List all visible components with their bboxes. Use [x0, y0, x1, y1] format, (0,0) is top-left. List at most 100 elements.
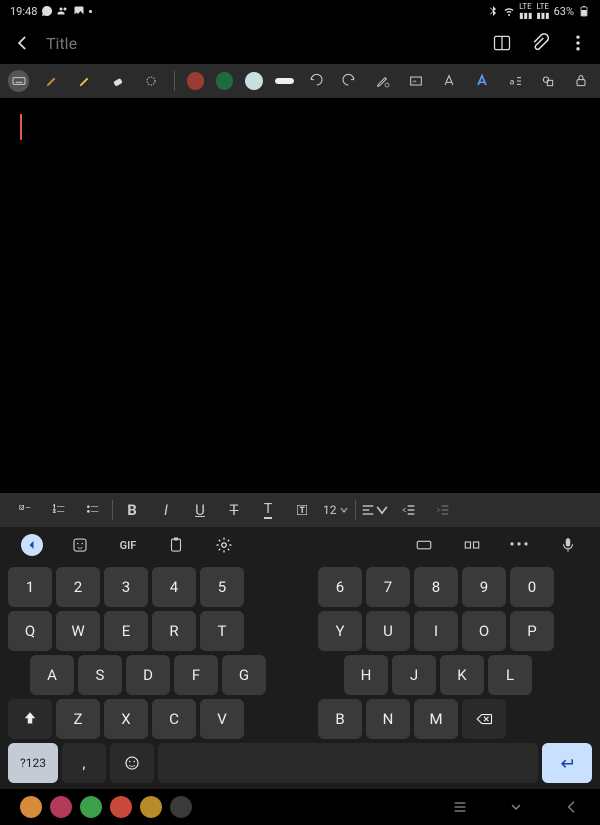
bullet-list-icon[interactable] — [76, 497, 110, 523]
key-space[interactable] — [158, 743, 538, 783]
key-n[interactable]: N — [366, 699, 410, 739]
kb-back-icon[interactable] — [8, 530, 56, 560]
text-options-icon[interactable]: a — [505, 70, 526, 92]
key-o[interactable]: O — [462, 611, 506, 651]
key-c[interactable]: C — [152, 699, 196, 739]
key-g[interactable]: G — [222, 655, 266, 695]
align-icon[interactable] — [358, 497, 392, 523]
indent-increase-icon[interactable] — [426, 497, 460, 523]
pen-tool[interactable] — [41, 70, 62, 92]
nav-back-icon[interactable] — [564, 799, 580, 815]
key-2[interactable]: 2 — [56, 567, 100, 607]
pen-settings-icon[interactable] — [372, 70, 393, 92]
key-t[interactable]: T — [200, 611, 244, 651]
key-s[interactable]: S — [78, 655, 122, 695]
selection-tool[interactable] — [141, 70, 162, 92]
gif-button[interactable]: GIF — [104, 530, 152, 560]
key-symbols[interactable]: ?123 — [8, 743, 58, 783]
italic-icon[interactable]: I — [149, 497, 183, 523]
key-3[interactable]: 3 — [104, 567, 148, 607]
key-p[interactable]: P — [510, 611, 554, 651]
reading-mode-icon[interactable] — [492, 33, 512, 53]
more-icon[interactable] — [568, 33, 588, 53]
key-m[interactable]: M — [414, 699, 458, 739]
easy-writing-icon[interactable] — [405, 70, 426, 92]
key-r[interactable]: R — [152, 611, 196, 651]
key-f[interactable]: F — [174, 655, 218, 695]
dock-app-6[interactable] — [170, 796, 192, 818]
key-b[interactable]: B — [318, 699, 362, 739]
text-style-icon[interactable] — [438, 70, 459, 92]
undo-icon[interactable] — [306, 70, 327, 92]
nav-hide-kb-icon[interactable] — [508, 799, 524, 815]
key-6[interactable]: 6 — [318, 567, 362, 607]
shapes-icon[interactable] — [538, 70, 559, 92]
key-q[interactable]: Q — [8, 611, 52, 651]
sticker-icon[interactable] — [56, 530, 104, 560]
key-1[interactable]: 1 — [8, 567, 52, 607]
nav-recent-icon[interactable] — [452, 799, 468, 815]
numbered-list-icon[interactable]: 12 — [42, 497, 76, 523]
key-4[interactable]: 4 — [152, 567, 196, 607]
checklist-icon[interactable] — [8, 497, 42, 523]
key-shift[interactable] — [8, 699, 52, 739]
key-v[interactable]: V — [200, 699, 244, 739]
mic-icon[interactable] — [544, 530, 592, 560]
dock-app-4[interactable] — [110, 796, 132, 818]
key-h[interactable]: H — [344, 655, 388, 695]
key-w[interactable]: W — [56, 611, 100, 651]
color-lightblue[interactable] — [245, 72, 262, 90]
key-a[interactable]: A — [30, 655, 74, 695]
underline-icon[interactable]: U — [183, 497, 217, 523]
dock-app-5[interactable] — [140, 796, 162, 818]
highlighter-tool[interactable] — [74, 70, 95, 92]
note-canvas[interactable] — [0, 98, 600, 493]
key-e[interactable]: E — [104, 611, 148, 651]
strikethrough-icon[interactable]: T — [217, 497, 251, 523]
color-red[interactable] — [187, 72, 204, 90]
note-title[interactable]: Title — [46, 34, 478, 53]
key-z[interactable]: Z — [56, 699, 100, 739]
key-u[interactable]: U — [366, 611, 410, 651]
text-bg-icon[interactable]: T — [285, 497, 319, 523]
key-j[interactable]: J — [392, 655, 436, 695]
key-9[interactable]: 9 — [462, 567, 506, 607]
text-color-icon[interactable]: T — [251, 497, 285, 523]
kb-mode-icon[interactable] — [400, 530, 448, 560]
key-8[interactable]: 8 — [414, 567, 458, 607]
key-backspace[interactable] — [462, 699, 506, 739]
dock-app-3[interactable] — [80, 796, 102, 818]
drawing-toolbar: a — [0, 64, 600, 98]
key-k[interactable]: K — [440, 655, 484, 695]
font-size[interactable]: 12 — [319, 503, 353, 517]
key-comma[interactable]: , — [62, 743, 106, 783]
key-enter[interactable] — [542, 743, 592, 783]
redo-icon[interactable] — [339, 70, 360, 92]
settings-icon[interactable] — [200, 530, 248, 560]
key-l[interactable]: L — [488, 655, 532, 695]
keyboard-tool[interactable] — [8, 70, 29, 92]
stroke-width[interactable] — [275, 78, 294, 84]
dock-app-1[interactable] — [20, 796, 42, 818]
status-dot — [89, 10, 92, 13]
indent-decrease-icon[interactable] — [392, 497, 426, 523]
key-5[interactable]: 5 — [200, 567, 244, 607]
eraser-tool[interactable] — [107, 70, 128, 92]
key-y[interactable]: Y — [318, 611, 362, 651]
key-d[interactable]: D — [126, 655, 170, 695]
key-7[interactable]: 7 — [366, 567, 410, 607]
key-i[interactable]: I — [414, 611, 458, 651]
key-emoji[interactable] — [110, 743, 154, 783]
attach-icon[interactable] — [530, 33, 550, 53]
key-0[interactable]: 0 — [510, 567, 554, 607]
color-green[interactable] — [216, 72, 233, 90]
split-kb-icon[interactable] — [448, 530, 496, 560]
back-icon[interactable] — [12, 33, 32, 53]
dock-app-2[interactable] — [50, 796, 72, 818]
clipboard-icon[interactable] — [152, 530, 200, 560]
bold-icon[interactable]: B — [115, 497, 149, 523]
key-x[interactable]: X — [104, 699, 148, 739]
kb-more-icon[interactable]: ••• — [496, 530, 544, 560]
font-icon[interactable] — [471, 70, 492, 92]
lock-icon[interactable] — [571, 70, 592, 92]
